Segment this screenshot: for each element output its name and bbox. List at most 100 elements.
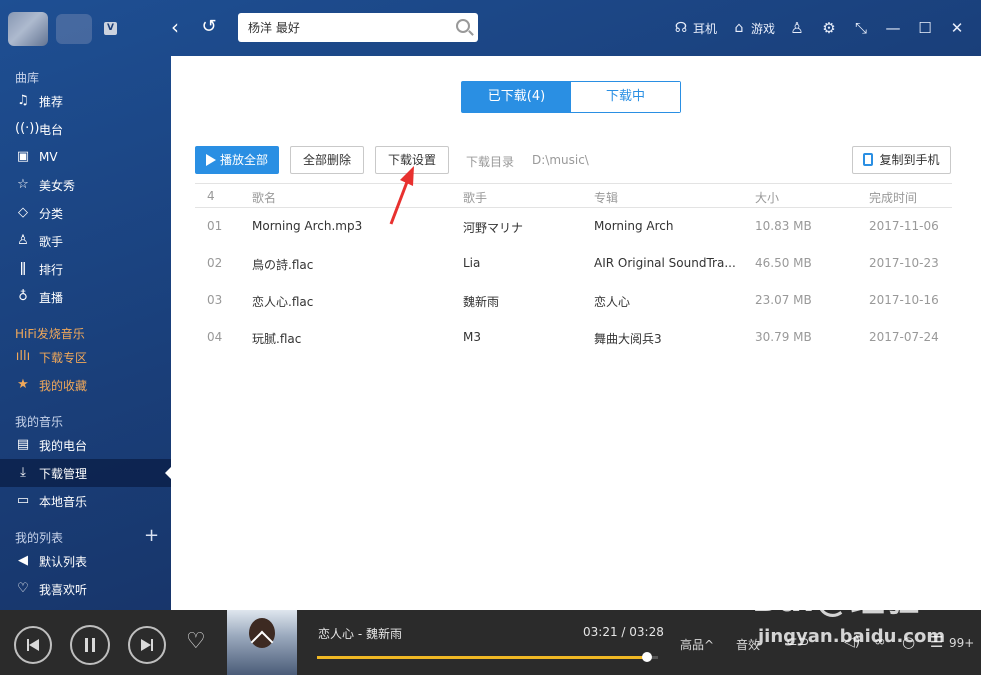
- sidebar-item-download-manager[interactable]: ⤓ 下载管理: [0, 459, 171, 487]
- sidebar-item-default-list[interactable]: ◀ 默认列表: [0, 547, 171, 575]
- sidebar-item-live[interactable]: ♁ 直播: [0, 283, 171, 311]
- next-track-button[interactable]: [128, 626, 166, 664]
- user-name-blurred[interactable]: [56, 14, 92, 44]
- song-album[interactable]: 恋人心: [594, 293, 744, 310]
- headphones-button[interactable]: ☊ 耳机: [673, 20, 717, 37]
- sidebar-item-my-favorites[interactable]: ★ 我的收藏: [0, 371, 171, 399]
- sidebar-item-my-radio[interactable]: ▤ 我的电台: [0, 431, 171, 459]
- app-window: V ‹ ↺ ☊ 耳机 ⌂ 游戏 ♙ ⚙ ⤡ — ☐ ✕ 曲库 ♫推荐 ((·)): [0, 0, 981, 675]
- title-bar-actions: ☊ 耳机 ⌂ 游戏 ♙ ⚙ ⤡ — ☐ ✕: [673, 14, 981, 42]
- bar-chart-icon: ǁ: [19, 261, 27, 276]
- progress-handle[interactable]: [641, 652, 652, 662]
- sidebar-item-artist[interactable]: ♙ 歌手: [0, 227, 171, 255]
- song-artist[interactable]: Lia: [463, 256, 583, 270]
- search-input[interactable]: [248, 17, 448, 38]
- download-dir-path[interactable]: D:\music\: [532, 153, 589, 167]
- mini-mode-icon[interactable]: ⤡: [853, 20, 869, 36]
- song-title[interactable]: 玩腻.flac: [252, 330, 452, 347]
- column-header-completed-time[interactable]: 完成时间: [869, 189, 917, 206]
- games-button[interactable]: ⌂ 游戏: [731, 20, 775, 37]
- user-avatar[interactable]: [8, 12, 48, 46]
- add-list-plus-icon[interactable]: +: [144, 527, 159, 545]
- song-album[interactable]: 舞曲大阅兵3: [594, 330, 744, 347]
- column-header-size[interactable]: 大小: [755, 189, 779, 206]
- sidebar-item-category[interactable]: ◇ 分类: [0, 199, 171, 227]
- sidebar-item-radio[interactable]: ((·)) 电台: [0, 115, 171, 143]
- sidebar-item-i-like[interactable]: ♡ 我喜欢听: [0, 575, 171, 603]
- sound-effects-button[interactable]: 音效: [736, 636, 760, 653]
- person-icon: ♙: [17, 233, 29, 248]
- song-title[interactable]: Morning Arch.mp3: [252, 219, 452, 233]
- playback-time: 03:21 / 03:28: [583, 625, 664, 639]
- song-title[interactable]: 恋人心.flac: [252, 293, 452, 310]
- table-row[interactable]: 04 玩腻.flac M3 舞曲大阅兵3 30.79 MB 2017-07-24: [195, 319, 952, 356]
- now-playing-title[interactable]: 恋人心 - 魏新雨: [318, 625, 402, 642]
- row-number: 04: [207, 330, 223, 344]
- sidebar-item-beauty-show[interactable]: ☆ 美女秀: [0, 171, 171, 199]
- song-album[interactable]: AIR Original SoundTra...: [594, 256, 744, 270]
- speaker-icon: ◀: [18, 553, 28, 568]
- song-album[interactable]: Morning Arch: [594, 219, 744, 233]
- repeat-mode-icon[interactable]: ∞: [874, 634, 886, 650]
- queue-count[interactable]: 99+: [949, 636, 974, 650]
- song-title[interactable]: 鳥の詩.flac: [252, 256, 452, 273]
- like-heart-icon[interactable]: ♡: [186, 631, 206, 653]
- copy-to-phone-button[interactable]: 复制到手机: [852, 146, 951, 174]
- progress-bar[interactable]: [317, 652, 658, 662]
- lyrics-toggle-icon[interactable]: ⊂⊃: [786, 634, 809, 650]
- song-artist[interactable]: 魏新雨: [463, 293, 583, 310]
- microphone-icon: ♁: [18, 289, 28, 304]
- download-dir-label: 下载目录: [466, 155, 515, 169]
- refresh-icon[interactable]: ↺: [196, 14, 222, 40]
- minimize-icon[interactable]: —: [885, 20, 901, 36]
- tab-downloaded[interactable]: 已下载(4): [462, 82, 571, 112]
- table-row[interactable]: 02 鳥の詩.flac Lia AIR Original SoundTra...…: [195, 245, 952, 282]
- close-icon[interactable]: ✕: [949, 20, 965, 36]
- previous-track-button[interactable]: [14, 626, 52, 664]
- table-header: 4 歌名 歌手 专辑 大小 完成时间: [195, 183, 952, 208]
- back-arrow-icon[interactable]: ‹: [162, 14, 188, 40]
- vip-badge[interactable]: V: [104, 22, 117, 35]
- share-circle-icon[interactable]: ○: [902, 633, 915, 651]
- delete-all-button[interactable]: 全部删除: [290, 146, 364, 174]
- album-cover[interactable]: [227, 610, 297, 675]
- table-row[interactable]: 01 Morning Arch.mp3 河野マリナ Morning Arch 1…: [195, 208, 952, 245]
- completed-date: 2017-11-06: [869, 219, 939, 233]
- column-header-title[interactable]: 歌名: [252, 189, 276, 206]
- pause-button[interactable]: [70, 625, 110, 665]
- volume-icon[interactable]: ◁): [844, 634, 860, 650]
- music-note-icon: ♫: [17, 93, 29, 108]
- search-icon[interactable]: [456, 19, 470, 33]
- section-my-music-title: 我的音乐: [15, 415, 64, 429]
- search-box[interactable]: [238, 13, 478, 42]
- monitor-icon: ▭: [16, 493, 30, 508]
- column-header-album[interactable]: 专辑: [594, 189, 618, 206]
- maximize-icon[interactable]: ☐: [917, 20, 933, 36]
- file-size: 23.07 MB: [755, 293, 812, 307]
- sidebar-item-download-zone[interactable]: ıllı 下载专区: [0, 343, 171, 371]
- song-artist[interactable]: M3: [463, 330, 583, 344]
- heart-outline-icon: ♡: [17, 581, 29, 596]
- main-panel: 已下载(4) 下载中 播放全部 全部删除 下载设置 下载目录 D:\music\…: [171, 56, 981, 610]
- column-header-artist[interactable]: 歌手: [463, 189, 487, 206]
- section-library-title: 曲库: [15, 71, 40, 85]
- sidebar-item-mv[interactable]: ▣ MV: [0, 143, 171, 171]
- playlist-queue-icon[interactable]: ☰: [930, 633, 943, 651]
- phone-icon: [863, 153, 874, 166]
- play-icon: [205, 154, 216, 166]
- quality-selector[interactable]: 高品^: [680, 636, 714, 653]
- sidebar-item-ranking[interactable]: ǁ 排行: [0, 255, 171, 283]
- song-artist[interactable]: 河野マリナ: [463, 219, 583, 236]
- progress-fill: [317, 656, 647, 659]
- table-row[interactable]: 03 恋人心.flac 魏新雨 恋人心 23.07 MB 2017-10-16: [195, 282, 952, 319]
- previous-icon: [27, 639, 39, 651]
- section-my-list-title: 我的列表: [15, 531, 64, 545]
- play-all-button[interactable]: 播放全部: [195, 146, 279, 174]
- sidebar-item-local-music[interactable]: ▭ 本地音乐: [0, 487, 171, 515]
- settings-gear-icon[interactable]: ⚙: [821, 20, 837, 36]
- skin-shirt-icon[interactable]: ♙: [789, 20, 805, 36]
- radio-antenna-icon: ((·)): [15, 121, 40, 136]
- gamepad-icon: ⌂: [734, 20, 744, 36]
- sidebar-item-recommend[interactable]: ♫ 推荐: [0, 87, 171, 115]
- tab-downloading[interactable]: 下载中: [571, 82, 680, 112]
